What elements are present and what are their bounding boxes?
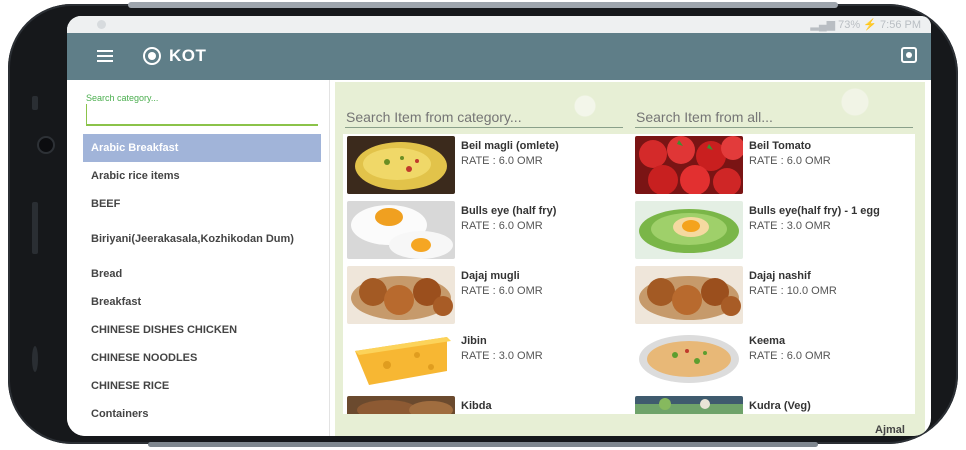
phone-top-edge <box>128 2 838 8</box>
search-category-label: Search category... <box>86 93 159 103</box>
kibda-image <box>347 396 455 414</box>
item-rate: RATE : 6.0 OMR <box>461 220 543 232</box>
fried-egg-image <box>347 201 455 259</box>
item-rate: RATE : 6.0 OMR <box>461 155 543 167</box>
category-item-chinese-dishes-chicken[interactable]: CHINESE DISHES CHICKEN <box>83 316 321 344</box>
app-bar: KOT <box>67 33 931 80</box>
hamburger-menu-icon[interactable] <box>97 50 113 62</box>
search-category-input[interactable] <box>86 104 318 126</box>
category-item-chinese-rice[interactable]: CHINESE RICE <box>83 372 321 400</box>
fried-chicken-image <box>635 266 743 324</box>
items-panel: Beil magli (omlete) RATE : 6.0 OMR Beil … <box>335 82 925 436</box>
category-sidebar: Search category... Arabic Breakfast Arab… <box>67 80 330 436</box>
item-rate: RATE : 10.0 OMR <box>749 285 837 297</box>
item-card[interactable]: Beil Tomato RATE : 6.0 OMR <box>631 134 915 198</box>
item-rate: RATE : 6.0 OMR <box>461 285 543 297</box>
fried-chicken-image <box>347 266 455 324</box>
category-item-bread[interactable]: Bread <box>83 260 321 288</box>
charging-icon: ⚡ <box>863 19 877 31</box>
item-card[interactable]: Bulls eye (half fry) RATE : 6.0 OMR <box>343 199 629 263</box>
category-item-biriyani[interactable]: Biriyani(Jeerakasala,Kozhikodan Dum) <box>83 218 321 260</box>
category-item-containers[interactable]: Containers <box>83 400 321 428</box>
omelette-image <box>347 136 455 194</box>
tomato-image <box>635 136 743 194</box>
item-name: Bulls eye(half fry) - 1 egg <box>749 205 880 217</box>
item-card[interactable]: Dajaj mugli RATE : 6.0 OMR <box>343 264 629 328</box>
app-screen: ▂▄▆ 73% ⚡ 7:56 PM KOT Search category...… <box>67 16 931 436</box>
item-name: Bulls eye (half fry) <box>461 205 557 217</box>
status-bar: ▂▄▆ 73% ⚡ 7:56 PM <box>67 16 931 33</box>
item-rate: RATE : 6.0 OMR <box>749 350 831 362</box>
cheese-image <box>347 331 455 389</box>
item-name: Keema <box>749 335 786 347</box>
category-item-beef[interactable]: BEEF <box>83 190 321 218</box>
item-card[interactable]: Beil magli (omlete) RATE : 6.0 OMR <box>343 134 629 198</box>
item-rate: RATE : 3.0 OMR <box>461 350 543 362</box>
logged-in-user: Ajmal <box>875 424 905 436</box>
phone-frame: ▂▄▆ 73% ⚡ 7:56 PM KOT Search category...… <box>8 2 958 447</box>
item-card[interactable]: Keema RATE : 6.0 OMR <box>631 329 915 393</box>
item-card[interactable]: Dajaj nashif RATE : 10.0 OMR <box>631 264 915 328</box>
notification-dot-icon <box>97 20 106 29</box>
category-item-breakfast[interactable]: Breakfast <box>83 288 321 316</box>
item-rate: RATE : 6.0 OMR <box>749 155 831 167</box>
signal-icon: ▂▄▆ <box>810 19 839 31</box>
phone-bottom-edge <box>148 442 818 447</box>
item-grid: Beil magli (omlete) RATE : 6.0 OMR Beil … <box>343 134 915 414</box>
category-item-arabic-rice-items[interactable]: Arabic rice items <box>83 162 321 190</box>
item-card[interactable]: Kibda <box>343 394 629 414</box>
item-rate: RATE : 3.0 OMR <box>749 220 831 232</box>
item-name: Dajaj mugli <box>461 270 520 282</box>
item-card[interactable]: Bulls eye(half fry) - 1 egg RATE : 3.0 O… <box>631 199 915 263</box>
category-item-arabic-breakfast[interactable]: Arabic Breakfast <box>83 134 321 162</box>
item-name: Dajaj nashif <box>749 270 811 282</box>
status-right: ▂▄▆ 73% ⚡ 7:56 PM <box>810 18 921 31</box>
app-title: KOT <box>169 46 207 65</box>
category-list: Arabic Breakfast Arabic rice items BEEF … <box>83 134 321 428</box>
item-card[interactable]: Kudra (Veg) <box>631 394 915 414</box>
volume-button[interactable] <box>32 202 38 254</box>
front-camera-icon <box>37 136 55 154</box>
vegetables-image <box>635 396 743 414</box>
item-name: Kibda <box>461 400 492 412</box>
status-time: 7:56 PM <box>880 19 921 31</box>
search-item-from-all-input[interactable] <box>635 106 913 128</box>
category-item-chinese-noodles[interactable]: CHINESE NOODLES <box>83 344 321 372</box>
item-name: Beil Tomato <box>749 140 812 152</box>
keema-plate-image <box>635 331 743 389</box>
battery-text: 73% <box>838 19 861 31</box>
item-name: Jibin <box>461 335 487 347</box>
item-name: Kudra (Veg) <box>749 400 811 412</box>
app-logo-icon <box>143 47 161 65</box>
side-key[interactable] <box>32 346 38 372</box>
sensor-icon <box>32 96 38 110</box>
settings-icon[interactable] <box>901 47 917 63</box>
egg-on-greens-image <box>635 201 743 259</box>
item-name: Beil magli (omlete) <box>461 140 559 152</box>
search-item-from-category-input[interactable] <box>345 106 623 128</box>
item-card[interactable]: Jibin RATE : 3.0 OMR <box>343 329 629 393</box>
